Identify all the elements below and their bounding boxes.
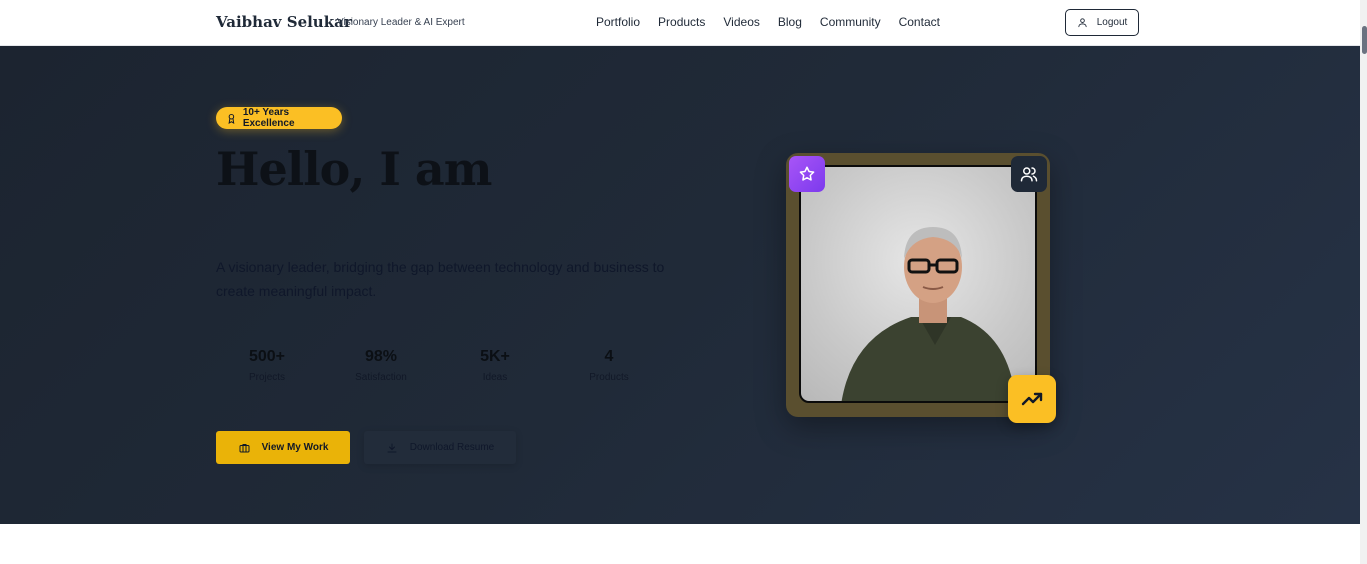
stat-label: Satisfaction: [355, 372, 407, 383]
users-badge: [1011, 156, 1047, 192]
experience-badge: 10+ Years Excellence: [216, 107, 342, 129]
nav-videos[interactable]: Videos: [723, 15, 759, 29]
stat-label: Products: [589, 372, 629, 383]
trend-badge: [1008, 375, 1056, 423]
download-resume-button[interactable]: Download Resume: [364, 431, 516, 464]
star-badge: [789, 156, 825, 192]
download-icon: [387, 443, 397, 452]
logout-button[interactable]: Logout: [1065, 9, 1139, 36]
stat-ideas: 5K+ Ideas: [438, 348, 552, 383]
site-header: Vaibhav Selukar Visionary Leader & AI Ex…: [0, 0, 1360, 46]
nav-portfolio[interactable]: Portfolio: [596, 15, 640, 29]
stat-label: Projects: [248, 372, 286, 383]
main-nav: Portfolio Products Videos Blog Community…: [596, 15, 958, 29]
download-resume-label: Download Resume: [409, 442, 495, 453]
badge-label: 10+ Years Excellence: [242, 107, 295, 129]
stats-row: 500+ Projects 98% Satisfaction 5K+ Ideas…: [210, 348, 666, 383]
profile-photo: [799, 165, 1037, 403]
stat-value: 98%: [364, 348, 398, 365]
brand-tagline: Visionary Leader & AI Expert: [337, 17, 465, 28]
view-my-work-label: View My Work: [261, 442, 329, 453]
stat-label: Ideas: [482, 372, 508, 383]
stat-satisfaction: 98% Satisfaction: [324, 348, 438, 383]
stat-value: 5K+: [480, 348, 510, 365]
stat-value: 500+: [248, 348, 286, 365]
stat-products: 4 Products: [552, 348, 666, 383]
view-my-work-button[interactable]: View My Work: [216, 431, 350, 464]
stat-value: 4: [604, 348, 614, 365]
nav-products[interactable]: Products: [658, 15, 705, 29]
scrollbar-thumb[interactable]: [1362, 26, 1367, 54]
hero-title: Hello, I am: [216, 142, 492, 196]
hero-description: A visionary leader, bridging the gap bet…: [216, 259, 665, 299]
star-icon: [799, 166, 815, 181]
briefcase-icon: [239, 443, 250, 452]
logout-label: Logout: [1096, 17, 1128, 28]
stat-projects: 500+ Projects: [210, 348, 324, 383]
trending-up-icon: [1021, 392, 1043, 406]
nav-contact[interactable]: Contact: [899, 15, 940, 29]
nav-community[interactable]: Community: [820, 15, 881, 29]
users-icon: [1020, 167, 1038, 182]
brand-name[interactable]: Vaibhav Selukar: [216, 13, 352, 31]
hero-section: 10+ Years Excellence Hello, I am A visio…: [0, 46, 1360, 524]
user-icon: [1078, 18, 1087, 28]
nav-blog[interactable]: Blog: [778, 15, 802, 29]
award-icon: [228, 113, 235, 124]
scrollbar-track[interactable]: [1360, 0, 1367, 564]
